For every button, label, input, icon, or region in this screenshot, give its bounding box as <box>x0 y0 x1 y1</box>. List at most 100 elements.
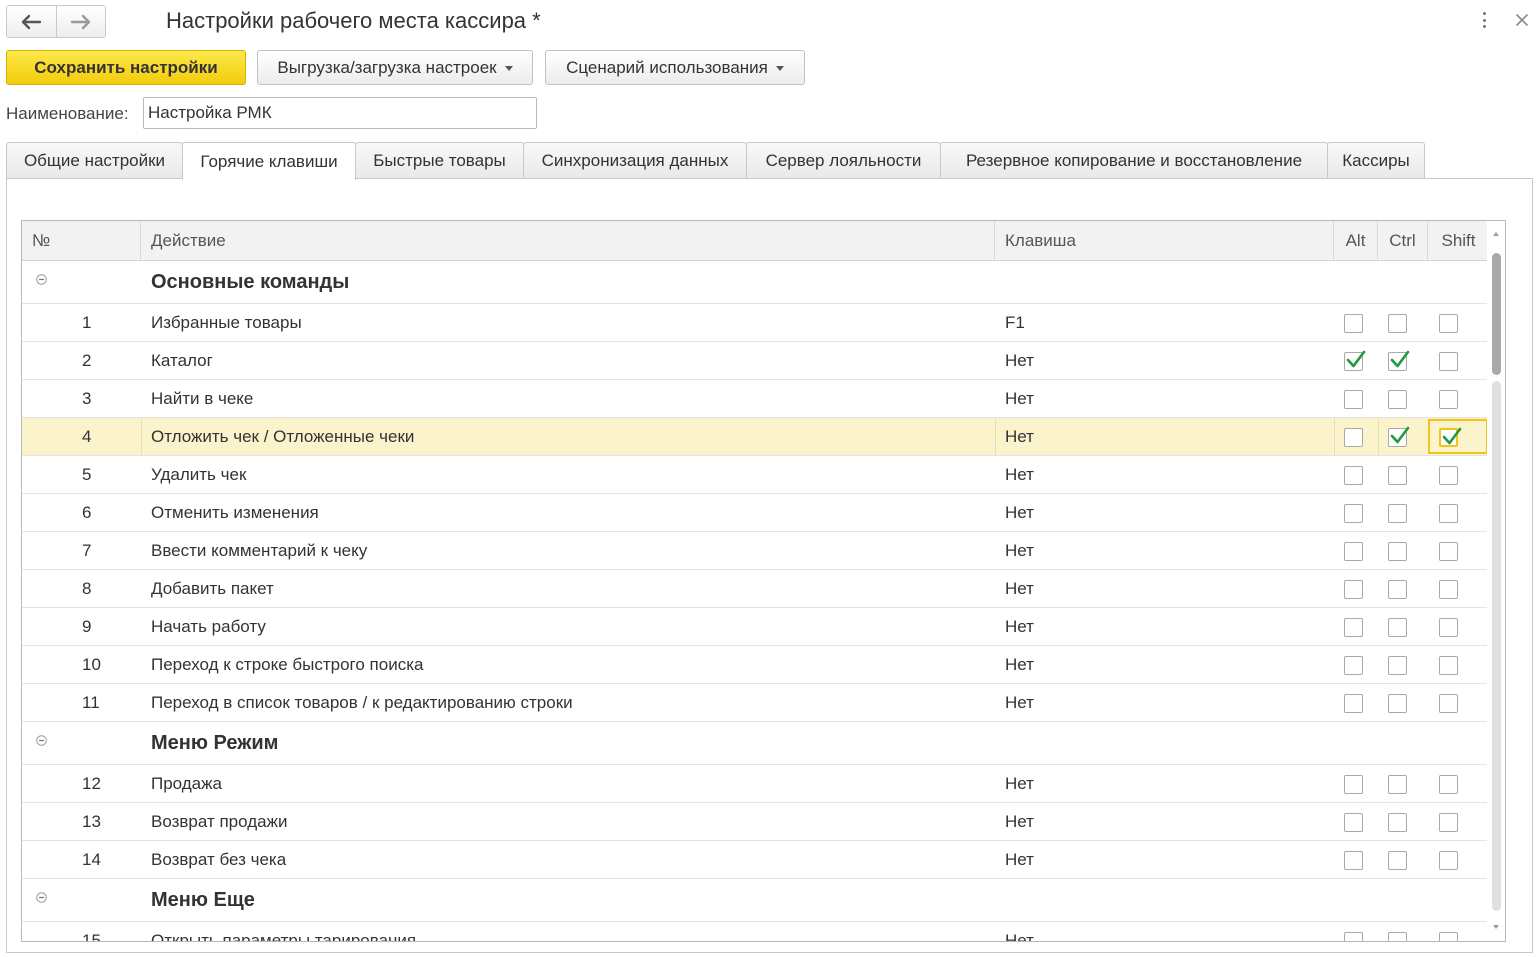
table-row[interactable]: 4 Отложить чек / Отложенные чеки Нет <box>22 418 1489 456</box>
export-import-settings-button[interactable]: Выгрузка/загрузка настроек <box>257 50 533 85</box>
ctrl-checkbox[interactable] <box>1388 851 1407 870</box>
shift-checkbox[interactable] <box>1439 618 1458 637</box>
key-value[interactable]: Нет <box>1005 841 1034 878</box>
key-value[interactable]: Нет <box>1005 765 1034 802</box>
key-value[interactable]: Нет <box>1005 418 1034 455</box>
ctrl-checkbox[interactable] <box>1388 813 1407 832</box>
alt-checkbox[interactable] <box>1344 504 1363 523</box>
scroll-up-icon[interactable] <box>1493 232 1499 236</box>
key-value[interactable]: Нет <box>1005 608 1034 645</box>
more-vertical-icon[interactable] <box>1478 10 1490 30</box>
alt-checkbox[interactable] <box>1344 466 1363 485</box>
save-settings-button[interactable]: Сохранить настройки <box>6 50 246 85</box>
ctrl-checkbox[interactable] <box>1388 390 1407 409</box>
alt-checkbox[interactable] <box>1344 851 1363 870</box>
table-row[interactable]: 11 Переход в список товаров / к редактиро… <box>22 684 1489 722</box>
key-value[interactable]: Нет <box>1005 380 1034 417</box>
key-value[interactable]: Нет <box>1005 803 1034 840</box>
ctrl-checkbox[interactable] <box>1388 466 1407 485</box>
alt-checkbox[interactable] <box>1344 542 1363 561</box>
alt-checkbox[interactable] <box>1344 618 1363 637</box>
shift-checkbox[interactable] <box>1439 314 1458 333</box>
column-header-key[interactable]: Клавиша <box>995 221 1334 261</box>
table-row[interactable]: 2 Каталог Нет <box>22 342 1489 380</box>
key-value[interactable]: F1 <box>1005 304 1025 341</box>
ctrl-checkbox[interactable] <box>1388 542 1407 561</box>
ctrl-checkbox[interactable] <box>1388 504 1407 523</box>
alt-checkbox[interactable] <box>1344 428 1363 447</box>
collapse-minus-icon[interactable] <box>36 274 47 285</box>
collapse-minus-icon[interactable] <box>36 735 47 746</box>
tab-general-settings[interactable]: Общие настройки <box>6 142 183 179</box>
tab-loyalty-server[interactable]: Сервер лояльности <box>746 142 941 179</box>
tab-quick-products[interactable]: Быстрые товары <box>355 142 524 179</box>
column-header-action[interactable]: Действие <box>141 221 995 261</box>
key-value[interactable]: Нет <box>1005 532 1034 569</box>
shift-checkbox[interactable] <box>1439 580 1458 599</box>
close-icon[interactable] <box>1514 9 1530 31</box>
back-button[interactable] <box>7 6 56 37</box>
group-row[interactable]: Меню Еще <box>22 879 1489 922</box>
alt-checkbox[interactable] <box>1344 775 1363 794</box>
shift-checkbox[interactable] <box>1439 352 1458 371</box>
column-header-ctrl[interactable]: Ctrl <box>1378 221 1428 261</box>
usage-scenario-button[interactable]: Сценарий использования <box>545 50 805 85</box>
alt-checkbox[interactable] <box>1344 932 1363 941</box>
tab-hotkeys[interactable]: Горячие клавиши <box>182 142 356 180</box>
ctrl-checkbox[interactable] <box>1388 656 1407 675</box>
table-row[interactable]: 8 Добавить пакет Нет <box>22 570 1489 608</box>
ctrl-checkbox[interactable] <box>1388 580 1407 599</box>
table-row[interactable]: 13 Возврат продажи Нет <box>22 803 1489 841</box>
ctrl-checkbox[interactable] <box>1388 775 1407 794</box>
key-value[interactable]: Нет <box>1005 456 1034 493</box>
shift-checkbox[interactable] <box>1439 656 1458 675</box>
group-row[interactable]: Основные команды <box>22 261 1489 304</box>
table-row[interactable]: 15 Открыть параметры тарирования Нет <box>22 922 1489 942</box>
column-header-shift[interactable]: Shift <box>1428 221 1489 261</box>
shift-checkbox[interactable] <box>1439 390 1458 409</box>
name-input[interactable] <box>143 97 537 129</box>
table-row[interactable]: 1 Избранные товары F1 <box>22 304 1489 342</box>
shift-checkbox[interactable] <box>1439 466 1458 485</box>
table-row[interactable]: 10 Переход к строке быстрого поиска Нет <box>22 646 1489 684</box>
table-row[interactable]: 3 Найти в чеке Нет <box>22 380 1489 418</box>
shift-checkbox[interactable] <box>1439 851 1458 870</box>
shift-checkbox[interactable] <box>1439 775 1458 794</box>
forward-button[interactable] <box>55 6 106 37</box>
table-row[interactable]: 6 Отменить изменения Нет <box>22 494 1489 532</box>
collapse-minus-icon[interactable] <box>36 892 47 903</box>
column-header-num[interactable]: № <box>22 221 141 261</box>
vertical-scrollbar[interactable] <box>1487 221 1505 941</box>
key-value[interactable]: Нет <box>1005 646 1034 683</box>
shift-checkbox[interactable] <box>1439 542 1458 561</box>
column-header-alt[interactable]: Alt <box>1334 221 1378 261</box>
alt-checkbox[interactable] <box>1344 580 1363 599</box>
table-row[interactable]: 5 Удалить чек Нет <box>22 456 1489 494</box>
ctrl-checkbox[interactable] <box>1388 932 1407 941</box>
tab-cashiers[interactable]: Кассиры <box>1327 142 1425 179</box>
alt-checkbox[interactable] <box>1344 350 1366 371</box>
alt-checkbox[interactable] <box>1344 694 1363 713</box>
table-row[interactable]: 12 Продажа Нет <box>22 765 1489 803</box>
shift-checkbox[interactable] <box>1439 932 1458 941</box>
shift-checkbox[interactable] <box>1439 813 1458 832</box>
scroll-thumb[interactable] <box>1492 253 1501 375</box>
key-value[interactable]: Нет <box>1005 922 1034 942</box>
key-value[interactable]: Нет <box>1005 684 1034 721</box>
ctrl-checkbox[interactable] <box>1388 694 1407 713</box>
ctrl-checkbox[interactable] <box>1388 618 1407 637</box>
scroll-down-icon[interactable] <box>1493 925 1499 929</box>
key-value[interactable]: Нет <box>1005 494 1034 531</box>
key-value[interactable]: Нет <box>1005 570 1034 607</box>
alt-checkbox[interactable] <box>1344 390 1363 409</box>
ctrl-checkbox[interactable] <box>1388 314 1407 333</box>
ctrl-checkbox[interactable] <box>1388 426 1410 447</box>
tab-data-sync[interactable]: Синхронизация данных <box>523 142 747 179</box>
tab-backup-restore[interactable]: Резервное копирование и восстановление <box>940 142 1328 179</box>
scroll-track[interactable] <box>1492 381 1501 911</box>
table-row[interactable]: 9 Начать работу Нет <box>22 608 1489 646</box>
shift-checkbox[interactable] <box>1439 504 1458 523</box>
ctrl-checkbox[interactable] <box>1388 350 1410 371</box>
table-row[interactable]: 7 Ввести комментарий к чеку Нет <box>22 532 1489 570</box>
group-row[interactable]: Меню Режим <box>22 722 1489 765</box>
